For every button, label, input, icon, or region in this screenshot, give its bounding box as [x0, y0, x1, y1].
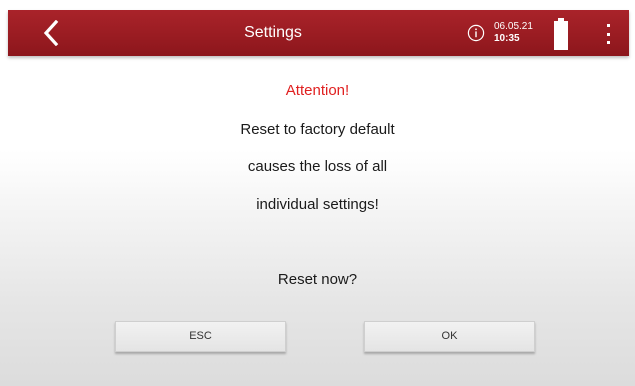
screen: Settings 06.05.21 10:35 Attention! Reset…	[0, 0, 635, 386]
battery-icon	[554, 18, 568, 50]
message-line-2: causes the loss of all	[247, 158, 388, 175]
more-vertical-icon-dot	[606, 41, 610, 44]
date-text: 06.05.21	[494, 21, 533, 32]
top-bar: Settings 06.05.21 10:35	[8, 10, 629, 56]
attention-text: Attention!	[285, 82, 350, 99]
date-time-display: 06.05.21 10:35	[494, 21, 533, 45]
battery-body	[554, 21, 568, 50]
more-vertical-icon-dot	[606, 32, 610, 36]
message-line-1: Reset to factory default	[240, 121, 395, 138]
ok-button[interactable]: OK	[364, 321, 535, 352]
info-icon	[467, 24, 485, 42]
message-line-3: individual settings!	[256, 196, 379, 213]
page-title: Settings	[244, 24, 302, 41]
time-text: 10:35	[494, 33, 520, 44]
info-button[interactable]	[467, 24, 485, 42]
esc-button[interactable]: ESC	[115, 321, 286, 352]
menu-button[interactable]	[603, 24, 613, 44]
reset-question: Reset now?	[277, 271, 358, 288]
more-vertical-icon-dot	[606, 24, 610, 27]
